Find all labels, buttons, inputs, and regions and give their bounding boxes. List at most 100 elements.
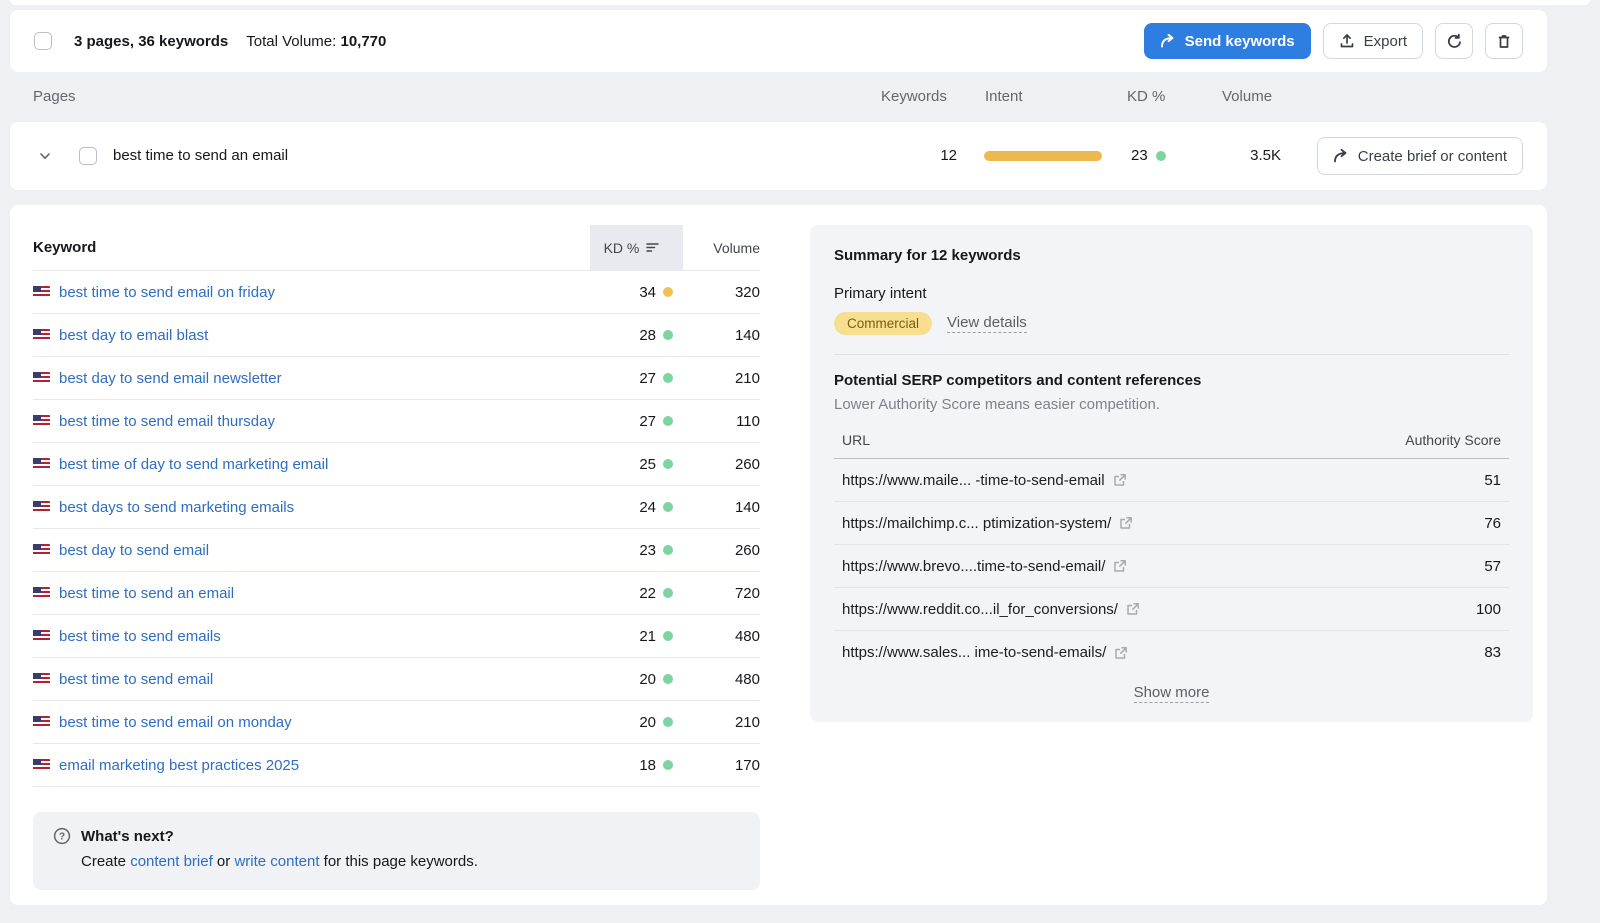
export-button[interactable]: Export [1323,23,1423,59]
whats-next-text-create: Create [81,853,130,870]
keyword-row: best time to send email 20 480 [33,658,760,701]
kd-cell: 27 [590,413,683,430]
external-link-icon[interactable] [1119,516,1133,530]
keyword-row: best day to send email newsletter 27 210 [33,357,760,400]
page-checkbox[interactable] [79,147,97,165]
keyword-link[interactable]: best day to send email newsletter [59,370,282,387]
authority-score-header-label: Authority Score [1405,432,1501,448]
keyword-link[interactable]: best time to send email on friday [59,284,275,301]
keyword-link[interactable]: best days to send marketing emails [59,499,294,516]
url-cell: https://www.reddit.co...il_for_conversio… [842,601,1140,618]
show-more-link[interactable]: Show more [1134,684,1210,703]
keyword-link[interactable]: best day to email blast [59,327,208,344]
kd-value: 21 [639,628,656,645]
keyword-row: best time to send email on friday 34 320 [33,271,760,314]
external-link-icon[interactable] [1126,602,1140,616]
kd-dot [663,373,673,383]
url-text: https://www.reddit.co...il_for_conversio… [842,601,1118,618]
keyword-row: best time to send emails 21 480 [33,615,760,658]
select-all-checkbox[interactable] [34,32,52,50]
refresh-icon [1446,33,1463,50]
kd-value: 23 [639,542,656,559]
url-row: https://www.brevo....time-to-send-email/… [834,545,1509,588]
view-details-link[interactable]: View details [947,314,1027,333]
kd-cell: 21 [590,628,683,645]
keyword-link[interactable]: email marketing best practices 2025 [59,757,299,774]
keyword-cell: best time to send email on friday [33,284,590,301]
keyword-cell: best day to send email [33,542,590,559]
kd-cell: 20 [590,671,683,688]
keyword-link[interactable]: best time to send email thursday [59,413,275,430]
refresh-button[interactable] [1435,23,1473,59]
create-brief-button[interactable]: Create brief or content [1317,137,1523,175]
send-keywords-button[interactable]: Send keywords [1144,23,1311,59]
kd-value: 20 [639,671,656,688]
whats-next-title: What's next? [81,828,174,845]
kd-cell: 27 [590,370,683,387]
content-brief-link[interactable]: content brief [130,853,213,870]
page-keywords-count: 12 [940,147,957,164]
keyword-cell: email marketing best practices 2025 [33,757,590,774]
column-header-pages: Pages [33,88,76,105]
us-flag-icon [33,544,50,556]
delete-button[interactable] [1485,23,1523,59]
trash-icon [1496,33,1512,50]
kd-dot [663,330,673,340]
summary-title: Summary for 12 keywords [834,247,1509,264]
us-flag-icon [33,458,50,470]
url-rows: https://www.maile... -time-to-send-email… [834,459,1509,674]
whats-next-text-or: or [213,853,235,870]
cutoff-card-edge [10,0,1590,5]
kd-dot [663,588,673,598]
kd-dot [663,459,673,469]
keyword-link[interactable]: best time to send email on monday [59,714,292,731]
kd-cell: 24 [590,499,683,516]
us-flag-icon [33,329,50,341]
url-row: https://www.maile... -time-to-send-email… [834,459,1509,502]
volume-cell: 480 [683,671,760,688]
keyword-row: email marketing best practices 2025 18 1… [33,744,760,787]
volume-cell: 210 [683,714,760,731]
us-flag-icon [33,501,50,513]
external-link-icon[interactable] [1113,559,1127,573]
keyword-cell: best time to send email on monday [33,714,590,731]
keyword-link[interactable]: best time to send emails [59,628,221,645]
us-flag-icon [33,630,50,642]
url-text: https://www.sales... ime-to-send-emails/ [842,644,1106,661]
keyword-cell: best time to send email thursday [33,413,590,430]
toolbar-actions: Send keywords Export [1144,23,1523,59]
page-kd-value: 23 [1131,147,1148,164]
column-header-keywords: Keywords [881,88,947,105]
keyword-row: best time of day to send marketing email… [33,443,760,486]
keyword-link[interactable]: best time to send an email [59,585,234,602]
keyword-cell: best day to send email newsletter [33,370,590,387]
whats-next-box: ? What's next? Create content brief or w… [33,812,760,890]
keyword-row: best day to send email 23 260 [33,529,760,572]
keyword-link[interactable]: best day to send email [59,542,209,559]
whats-next-text-rest: for this page keywords. [320,853,478,870]
keyword-rows: best time to send email on friday 34 320… [33,271,760,787]
us-flag-icon [33,587,50,599]
keyword-link[interactable]: best time to send email [59,671,213,688]
page-row: best time to send an email 12 23 3.5K Cr… [10,122,1547,190]
url-table: URL Authority Score https://www.maile...… [834,432,1509,701]
url-cell: https://www.sales... ime-to-send-emails/ [842,644,1128,661]
chevron-down-icon[interactable] [38,149,52,163]
keyword-cell: best time to send email [33,671,590,688]
intent-bar [984,151,1102,161]
kd-value: 25 [639,456,656,473]
kd-value: 27 [639,413,656,430]
external-link-icon[interactable] [1113,473,1127,487]
kd-cell: 34 [590,284,683,301]
page-title: best time to send an email [113,147,288,164]
keyword-link[interactable]: best time of day to send marketing email [59,456,328,473]
kd-value: 22 [639,585,656,602]
keyword-table: Keyword KD % Volume best time to send em… [33,225,760,787]
write-content-link[interactable]: write content [234,853,319,870]
external-link-icon[interactable] [1114,646,1128,660]
svg-text:?: ? [59,831,65,842]
authority-score-value: 100 [1476,601,1501,618]
volume-cell: 170 [683,757,760,774]
kd-header-cell[interactable]: KD % [590,225,683,270]
keyword-cell: best day to email blast [33,327,590,344]
